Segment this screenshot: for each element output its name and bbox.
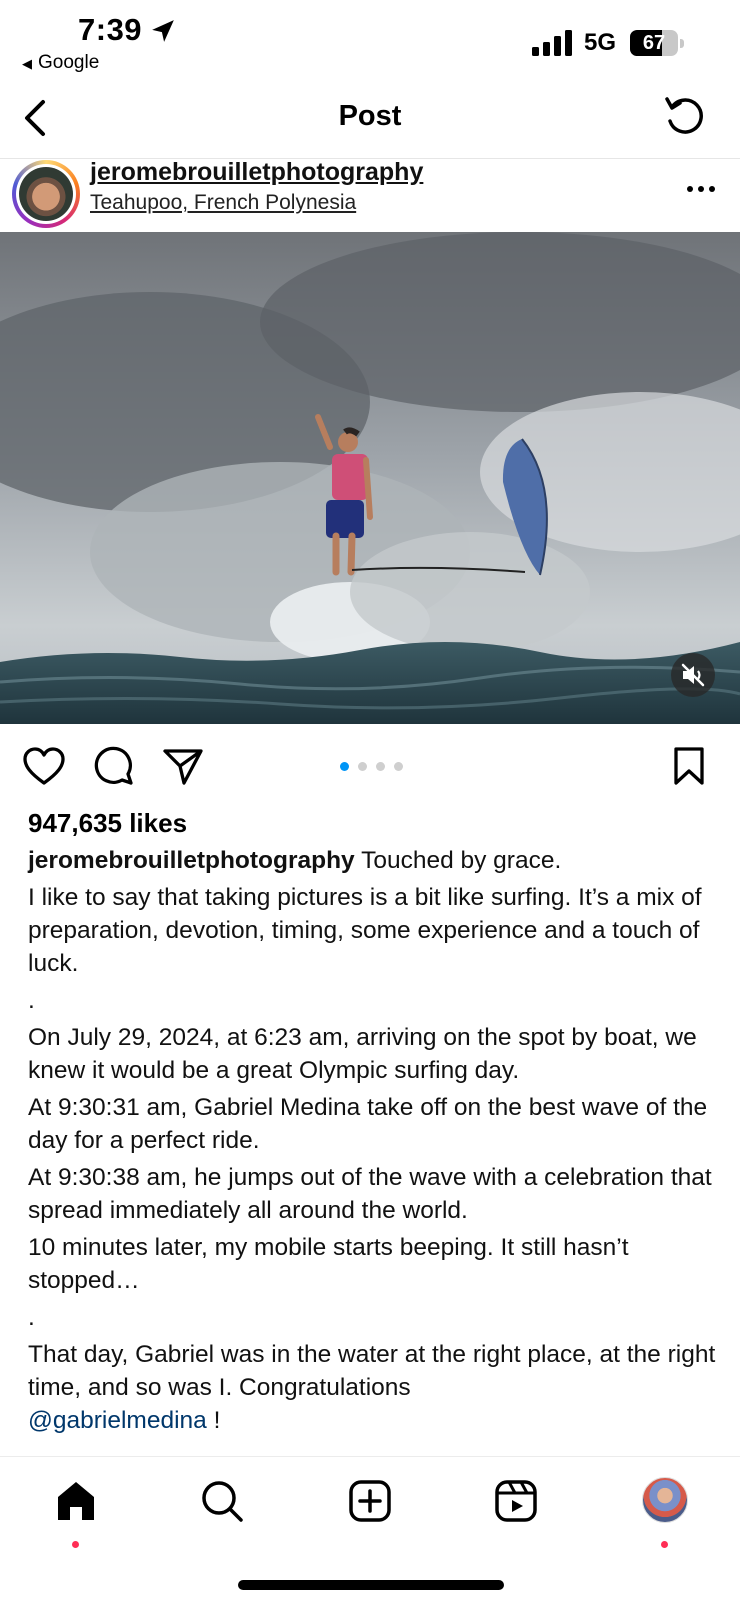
carousel-indicator: [340, 762, 404, 772]
profile-notification-dot: [661, 1541, 668, 1548]
avatar-photo: [19, 167, 73, 221]
carousel-dot: [376, 762, 385, 771]
back-app-label: Google: [38, 52, 100, 73]
home-notification-dot: [72, 1541, 79, 1548]
caption-paragraph: At 9:30:31 am, Gabriel Medina take off o…: [28, 1094, 708, 1154]
network-type: 5G: [584, 29, 617, 56]
caption-paragraph: That day, Gabriel was in the water at th…: [28, 1341, 716, 1401]
caption-title: Touched by grace.: [361, 847, 562, 874]
post-caption: jeromebrouilletphotography Touched by gr…: [28, 844, 718, 1441]
carousel-dot: [394, 762, 403, 771]
nav-header: Post: [0, 82, 740, 159]
caption-paragraph: At 9:30:38 am, he jumps out of the wave …: [28, 1164, 712, 1224]
comment-button[interactable]: [94, 746, 134, 786]
search-icon[interactable]: [198, 1477, 246, 1525]
caption-paragraph: 10 minutes later, my mobile starts beepi…: [28, 1234, 629, 1294]
author-avatar[interactable]: [12, 160, 80, 228]
mention-link[interactable]: @gabrielmedina: [28, 1407, 207, 1434]
status-bar: 7:39 ◀ Google 5G 67: [0, 0, 740, 82]
battery-icon: 67: [630, 30, 686, 58]
mute-button[interactable]: [671, 653, 715, 697]
create-post-icon[interactable]: [346, 1477, 394, 1525]
post-location[interactable]: Teahupoo, French Polynesia: [90, 191, 356, 215]
status-time: 7:39: [78, 12, 143, 47]
likes-count[interactable]: 947,635 likes: [28, 808, 187, 839]
reels-icon[interactable]: [492, 1477, 540, 1525]
cellular-signal-icon: [532, 30, 572, 56]
post-actions: [0, 726, 740, 806]
like-button[interactable]: [22, 746, 66, 786]
caption-paragraph: On July 29, 2024, at 6:23 am, arriving o…: [28, 1024, 697, 1084]
home-icon[interactable]: [52, 1477, 100, 1525]
battery-level: 67: [642, 32, 666, 54]
author-username[interactable]: jeromebrouilletphotography: [90, 158, 423, 187]
caption-separator: .: [28, 987, 35, 1014]
caption-ending: !: [206, 1407, 221, 1434]
back-triangle-icon: ◀: [22, 56, 32, 71]
carousel-dot: [340, 762, 349, 771]
speaker-muted-icon: [681, 663, 705, 687]
caption-paragraph: I like to say that taking pictures is a …: [28, 884, 702, 977]
page-title: Post: [338, 100, 402, 132]
save-button[interactable]: [672, 746, 706, 786]
refresh-button[interactable]: [662, 95, 708, 141]
share-button[interactable]: [162, 746, 204, 786]
profile-avatar[interactable]: [642, 1477, 688, 1523]
home-indicator[interactable]: [238, 1580, 504, 1590]
caption-separator: .: [28, 1304, 35, 1331]
post-header: jeromebrouilletphotography Teahupoo, Fre…: [0, 158, 740, 232]
more-options-button[interactable]: [686, 184, 716, 194]
post-photo[interactable]: [0, 232, 740, 724]
back-to-app-link[interactable]: ◀ Google: [22, 52, 99, 74]
caption-author[interactable]: jeromebrouilletphotography: [28, 847, 355, 874]
carousel-dot: [358, 762, 367, 771]
location-arrow-icon: [152, 20, 174, 42]
